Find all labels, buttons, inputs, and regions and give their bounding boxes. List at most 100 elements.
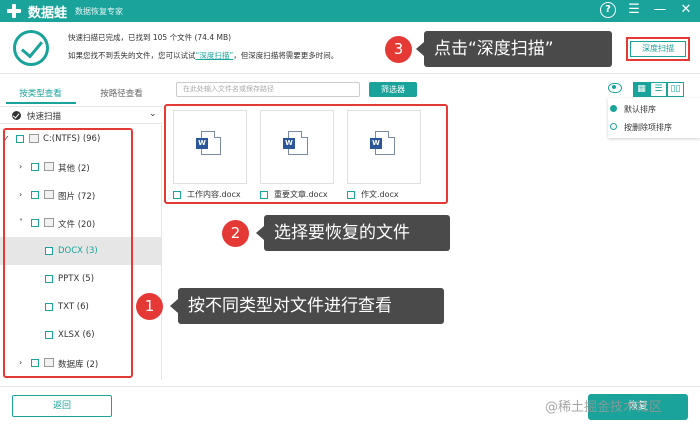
sort-option-label: 按删除项排序 — [624, 123, 672, 132]
callout-step-3: 点击“深度扫描” — [416, 31, 612, 67]
deep-scan-hint: 如果您找不到丢失的文件，您可以试试“深度扫描”，但深度扫描将需要更多时间。 — [68, 50, 338, 61]
search-input[interactable]: 在此处输入文件名或保存路径 — [176, 82, 360, 97]
back-button[interactable]: 返回 — [12, 395, 112, 417]
file-thumbnail[interactable]: W — [260, 110, 334, 184]
word-document-icon: W — [370, 131, 395, 155]
image-icon — [44, 190, 54, 199]
tree-item-documents[interactable]: ˅ 文件 (20) — [0, 209, 162, 237]
tree-item-label: 图片 (72) — [58, 192, 96, 202]
database-icon — [44, 358, 54, 367]
detail-view-icon[interactable]: ▯▯ — [667, 82, 684, 97]
hint-suffix: ，但深度扫描将需要更多时间。 — [233, 51, 339, 60]
chevron-right-icon[interactable]: › — [19, 358, 22, 367]
chevron-right-icon[interactable]: › — [19, 162, 22, 171]
tree-item-drive-c[interactable]: ✓ C:(NTFS) (96) — [0, 125, 162, 153]
tree-item-database[interactable]: › 数据库 (2) — [0, 349, 162, 377]
quick-scan-label: 快速扫描 — [27, 112, 62, 122]
folder-icon — [44, 162, 54, 171]
tree-item-label: 其他 (2) — [58, 164, 90, 174]
expanded-check-icon[interactable]: ✓ — [3, 134, 10, 143]
tree-item-label: 数据库 (2) — [58, 360, 99, 370]
checkbox[interactable] — [173, 191, 181, 199]
checkbox[interactable] — [260, 191, 268, 199]
tab-by-path[interactable]: 按路径查看 — [81, 87, 162, 99]
view-tabs: 按类型查看 按路径查看 — [0, 85, 162, 105]
checkbox[interactable] — [45, 303, 53, 311]
radio-selected-icon[interactable] — [610, 105, 617, 112]
scan-result-text: 快速扫描已完成，已找到 105 个文件 (74.4 MB) — [68, 33, 232, 42]
file-name: 作文.docx — [361, 190, 399, 199]
view-mode-buttons: ▦ ☰ ▯▯ — [633, 82, 684, 97]
footer-bar: 返回 恢复 @稀土掘金技术社区 — [0, 386, 700, 429]
tree-item-label: 文件 (20) — [58, 220, 96, 230]
checkbox[interactable] — [45, 275, 53, 283]
file-thumbnail[interactable]: W — [173, 110, 247, 184]
step-badge: 1 — [136, 293, 163, 320]
checkbox[interactable] — [16, 135, 24, 143]
quick-scan-header[interactable]: 快速扫描 ⌄ — [0, 106, 162, 124]
menu-icon[interactable]: ☰ — [626, 2, 642, 18]
step-badge: 3 — [385, 36, 412, 63]
callout-step-1: 按不同类型对文件进行查看 — [170, 288, 444, 324]
document-icon — [44, 218, 54, 227]
tree-item-label: TXT (6) — [58, 302, 89, 312]
app-logo-icon — [6, 3, 22, 19]
tree-item-xlsx[interactable]: XLSX (6) — [0, 321, 162, 349]
word-document-icon: W — [283, 131, 308, 155]
tree-item-label: PPTX (5) — [58, 274, 95, 284]
checkbox[interactable] — [31, 163, 39, 171]
tab-by-type[interactable]: 按类型查看 — [0, 87, 81, 99]
close-icon[interactable]: ✕ — [678, 2, 694, 18]
list-view-icon[interactable]: ☰ — [650, 82, 667, 97]
deep-scan-button-label: 深度扫描 — [630, 41, 686, 57]
scan-complete-check-icon — [13, 30, 49, 66]
word-document-icon: W — [196, 131, 221, 155]
checkbox[interactable] — [347, 191, 355, 199]
tree-item-docx[interactable]: DOCX (3) — [0, 237, 162, 265]
app-name: 数据蛙 — [28, 5, 68, 21]
checkbox[interactable] — [31, 219, 39, 227]
checkbox[interactable] — [45, 331, 53, 339]
chevron-right-icon[interactable]: › — [19, 190, 22, 199]
tree-item-pptx[interactable]: PPTX (5) — [0, 265, 162, 293]
drive-icon — [29, 134, 39, 143]
sort-menu: 默认排序 按删除项排序 — [608, 98, 700, 138]
file-item[interactable]: W 工作内容.docx — [173, 110, 247, 204]
checkbox[interactable] — [45, 247, 53, 255]
callout-step-2: 选择要恢复的文件 — [256, 215, 450, 251]
file-name: 重要文章.docx — [274, 190, 328, 199]
word-badge: W — [196, 138, 208, 149]
file-name: 工作内容.docx — [187, 190, 241, 199]
tree-item-label: C:(NTFS) (96) — [43, 134, 101, 144]
filter-button[interactable]: 筛选器 — [369, 82, 417, 97]
tree-item-label: DOCX (3) — [58, 246, 98, 256]
checkbox[interactable] — [31, 191, 39, 199]
app-subtitle: 数据恢复专家 — [75, 6, 124, 16]
title-bar: 数据蛙 数据恢复专家 ? ☰ — ✕ — [0, 0, 700, 22]
help-icon[interactable]: ? — [600, 2, 616, 18]
chevron-down-icon[interactable]: ˅ — [19, 218, 23, 227]
thumbnail-view-icon[interactable]: ▦ — [633, 82, 650, 97]
hint-prefix: 如果您找不到丢失的文件，您可以试试 — [68, 51, 196, 60]
file-thumbnail[interactable]: W — [347, 110, 421, 184]
sort-option-label: 默认排序 — [624, 105, 656, 114]
checkmark-icon — [12, 111, 21, 120]
deep-scan-button[interactable]: 深度扫描 — [626, 37, 690, 61]
checkbox[interactable] — [31, 359, 39, 367]
tree-item-label: XLSX (6) — [58, 330, 95, 340]
step-badge: 2 — [222, 220, 249, 247]
watermark-text: @稀土掘金技术社区 — [545, 400, 663, 415]
deep-scan-link[interactable]: “深度扫描” — [196, 51, 234, 60]
active-tab-indicator — [6, 102, 76, 104]
word-badge: W — [283, 138, 295, 149]
minimize-icon[interactable]: — — [652, 2, 668, 18]
word-badge: W — [370, 138, 382, 149]
tree-item-other[interactable]: › 其他 (2) — [0, 153, 162, 181]
chevron-down-icon[interactable]: ⌄ — [149, 109, 157, 119]
tree-item-images[interactable]: › 图片 (72) — [0, 181, 162, 209]
file-type-tree: ✓ C:(NTFS) (96) › 其他 (2) › 图片 (72) ˅ 文件 … — [0, 125, 162, 380]
file-item[interactable]: W 重要文章.docx — [260, 110, 334, 204]
file-item[interactable]: W 作文.docx — [347, 110, 421, 204]
radio-icon[interactable] — [610, 123, 617, 130]
eye-icon[interactable] — [608, 83, 622, 93]
